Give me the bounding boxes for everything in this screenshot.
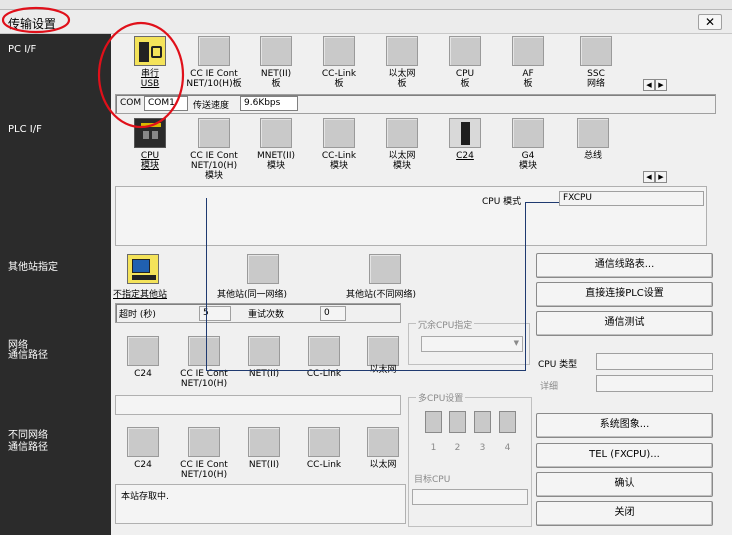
annotation-circle-title	[1, 6, 71, 34]
annotation-circle-serial-usb	[97, 21, 185, 129]
annotation-overlay	[1, 6, 185, 129]
